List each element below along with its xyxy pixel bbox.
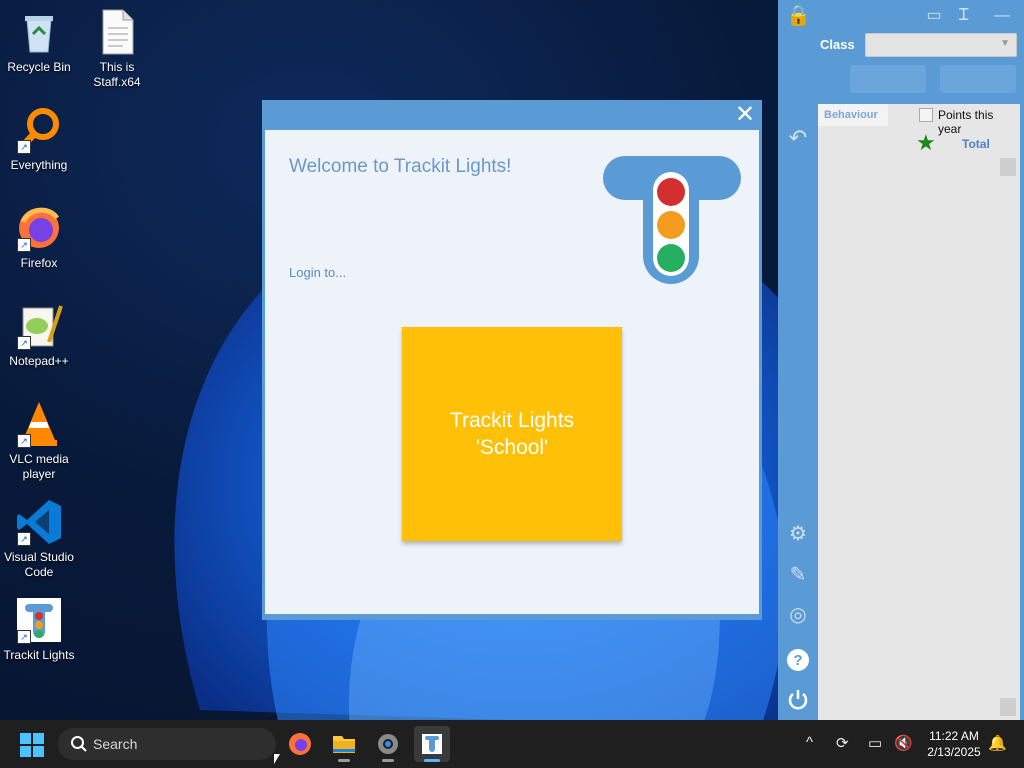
clock[interactable]: 11:22 AM 2/13/2025 [922, 728, 986, 760]
points-this-year-label: Points this year [938, 108, 994, 136]
taskbar-search-box[interactable]: Search [58, 728, 276, 760]
copy-icon[interactable]: ▭ [922, 4, 946, 28]
show-hidden-icons-chevron-up-icon[interactable]: ^ [806, 734, 813, 751]
tab-behaviour[interactable]: Behaviour [818, 104, 888, 126]
scrollbar-thumb-bottom[interactable] [1000, 698, 1016, 716]
desktop-icon-trackit-lights[interactable]: ↗ Trackit Lights [0, 596, 78, 663]
desktop-icon-firefox[interactable]: ↗ Firefox [0, 204, 78, 271]
text-cursor-icon[interactable]: Ꮖ [952, 4, 976, 28]
welcome-dialog: ✕ Welcome to Trackit Lights! Login to...… [262, 100, 762, 620]
minimize-icon[interactable]: — [990, 4, 1014, 28]
desktop-icon-label: Firefox [20, 256, 58, 270]
school-login-button[interactable]: Trackit Lights 'School' [402, 327, 622, 541]
clock-time: 11:22 AM [929, 729, 979, 743]
desktop-icon-label: Recycle Bin [7, 60, 71, 74]
shortcut-arrow-icon: ↗ [17, 630, 31, 644]
running-indicator [382, 759, 394, 762]
volume-muted-icon[interactable]: 🔇 [894, 734, 913, 752]
edit-notes-icon[interactable]: ✎ [786, 563, 810, 587]
taskbar-trackit-lights[interactable] [414, 726, 450, 762]
notepad-plus-plus-icon: ↗ [15, 302, 63, 350]
desktop-icon-vscode[interactable]: ↗ Visual Studio Code [0, 498, 78, 580]
desktop-icon-label: Everything [10, 158, 68, 172]
taskbar-settings[interactable] [370, 726, 406, 762]
taskbar-firefox[interactable] [282, 726, 318, 762]
help-icon[interactable]: ? [786, 648, 810, 672]
gear-icon [378, 734, 398, 754]
taskbar-file-explorer[interactable] [326, 726, 362, 762]
windows-logo-icon [20, 733, 44, 757]
total-column-header[interactable]: Total [962, 137, 990, 151]
desktop-icon-label: Trackit Lights [3, 648, 75, 662]
vscode-icon: ↗ [15, 498, 63, 546]
running-indicator [338, 759, 350, 762]
trackit-logo [603, 156, 741, 284]
desktop-icon-label: Notepad++ [9, 354, 69, 368]
running-indicator [424, 759, 440, 762]
taskbar: Search ^ ⟳ ▭ 🔇 11:22 AM 2/13/2025 🔔 [0, 720, 1024, 768]
recycle-bin-icon [15, 8, 63, 56]
shortcut-arrow-icon: ↗ [17, 140, 31, 154]
school-button-line1: Trackit Lights [449, 409, 575, 432]
desktop-icon-label: VLC media player [9, 452, 69, 481]
firefox-icon [289, 733, 311, 755]
lock-icon[interactable]: 🔒 [786, 4, 811, 28]
trackit-lights-icon [422, 734, 442, 754]
chevron-down-icon: ▼ [1000, 38, 1010, 49]
notification-bell-icon[interactable]: 🔔 [988, 734, 1007, 752]
scrollbar-thumb-top[interactable] [1000, 158, 1016, 176]
network-icon[interactable]: ▭ [868, 734, 882, 752]
welcome-heading: Welcome to Trackit Lights! [289, 156, 512, 177]
desktop-icon-label: Visual Studio Code [4, 550, 74, 579]
sync-icon[interactable]: ⟳ [836, 734, 849, 752]
shortcut-arrow-icon: ↗ [17, 238, 31, 252]
vlc-icon: ↗ [15, 400, 63, 448]
trackit-lights-icon: ↗ [15, 596, 63, 644]
shortcut-arrow-icon: ↗ [17, 532, 31, 546]
everything-search-icon: ↗ [15, 106, 63, 154]
class-dropdown[interactable]: ▼ [865, 33, 1017, 57]
disabled-button-2[interactable] [940, 65, 1016, 93]
target-icon[interactable]: ◎ [786, 603, 810, 627]
shortcut-arrow-icon: ↗ [17, 434, 31, 448]
desktop-icon-recycle-bin[interactable]: Recycle Bin [0, 8, 78, 75]
disabled-button-1[interactable] [850, 65, 926, 93]
gear-icon[interactable]: ⚙ [786, 522, 810, 546]
folder-icon [333, 736, 355, 753]
desktop-icon-notepad-plus-plus[interactable]: ↗ Notepad++ [0, 302, 78, 369]
desktop-icon-staff-file[interactable]: This is Staff.x64 [78, 8, 156, 90]
desktop-icon-everything[interactable]: ↗ Everything [0, 106, 78, 173]
desktop-icon-vlc[interactable]: ↗ VLC media player [0, 400, 78, 482]
power-icon[interactable] [786, 688, 810, 712]
dialog-body: Welcome to Trackit Lights! Login to... T… [265, 130, 759, 614]
clock-date: 2/13/2025 [927, 745, 981, 759]
login-prompt: Login to... [289, 265, 347, 280]
search-placeholder: Search [93, 736, 138, 752]
text-file-icon [93, 8, 141, 56]
trackit-side-panel: 🔒 ▭ Ꮖ — Class ▼ ↶ Behaviour Points this … [778, 0, 1024, 720]
points-sheet: Behaviour Points this year ★ Total [818, 104, 1020, 720]
firefox-icon: ↗ [15, 204, 63, 252]
close-icon[interactable]: ✕ [734, 103, 756, 127]
search-icon [71, 736, 87, 752]
school-button-line2: 'School' [475, 436, 549, 459]
start-button[interactable] [20, 733, 44, 757]
undo-icon[interactable]: ↶ [786, 126, 810, 150]
star-icon: ★ [916, 130, 936, 155]
desktop-icon-label: This is Staff.x64 [93, 60, 141, 89]
shortcut-arrow-icon: ↗ [17, 336, 31, 350]
svg-text:?: ? [793, 652, 802, 669]
points-this-year-checkbox[interactable] [919, 108, 933, 122]
class-label: Class [820, 37, 855, 52]
mouse-cursor [274, 754, 280, 764]
